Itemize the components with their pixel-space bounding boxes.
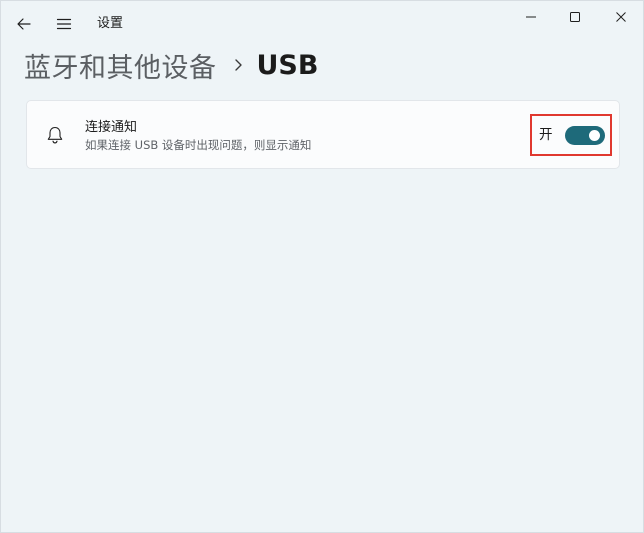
maximize-icon [570,12,580,22]
setting-card-connection-notification: 连接通知 如果连接 USB 设备时出现问题，则显示通知 开 [26,100,620,169]
minimize-icon [526,16,536,18]
close-icon [616,12,626,22]
back-arrow-icon [17,18,31,30]
navigation-menu-button[interactable] [49,9,79,39]
back-button[interactable] [9,9,39,39]
close-button[interactable] [599,1,643,33]
setting-title: 连接通知 [85,120,138,135]
page-title: USB [256,49,319,81]
title-bar: 设置 [1,1,643,45]
toggle-highlight-box: 开 [530,114,612,156]
maximize-button[interactable] [553,1,597,33]
setting-description: 如果连接 USB 设备时出现问题，则显示通知 [85,138,312,152]
bell-icon [44,124,66,146]
breadcrumb-parent-link[interactable]: 蓝牙和其他设备 [24,46,217,85]
toggle-knob [589,130,600,141]
minimize-button[interactable] [509,1,553,33]
settings-window: 设置 蓝牙和其他设备 USB 连接通知 如果连接 USB 设备时出现问题，则显示… [0,0,644,533]
app-title: 设置 [97,16,124,31]
hamburger-menu-icon [56,18,72,30]
connection-notification-toggle[interactable] [565,126,605,145]
chevron-right-icon [233,58,243,72]
toggle-state-label: 开 [539,127,553,143]
breadcrumb: 蓝牙和其他设备 USB [24,45,318,85]
